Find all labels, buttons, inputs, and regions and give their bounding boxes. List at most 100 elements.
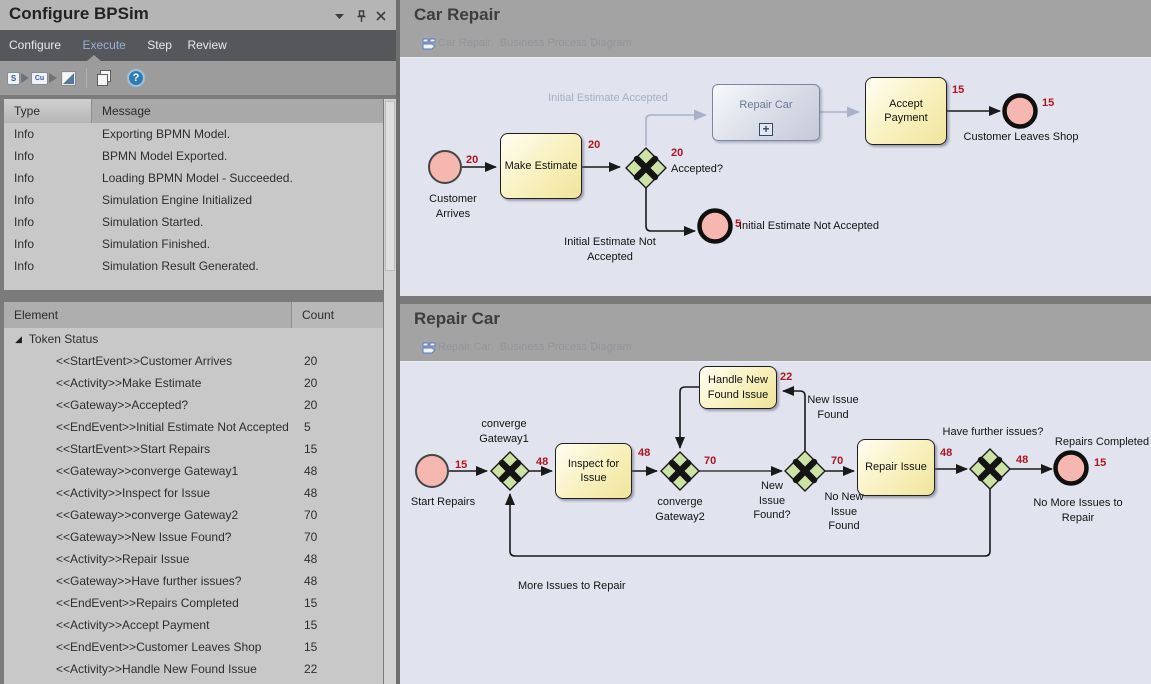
flow-label-initial-estimate-accepted: Initial Estimate Accepted [528,91,688,106]
token-count: 70 [704,455,716,467]
label-customer-leaves-shop: Customer Leaves Shop [951,130,1091,145]
flow-label-more-issues-to-repair: More Issues to Repair [518,579,626,594]
pin-icon[interactable] [354,9,368,23]
label-customer-arrives: Customer Arrives [413,192,493,221]
table-row[interactable]: <<Activity>>Accept Payment15 [4,614,383,636]
token-count: 15 [952,84,964,96]
task-accept-payment[interactable]: Accept Payment [865,77,947,145]
table-row[interactable]: <<EndEvent>>Customer Leaves Shop15 [4,636,383,658]
start-event-customer-arrives[interactable] [429,151,461,183]
flow-label-initial-estimate-not-accepted: Initial Estimate Not Accepted [550,235,670,264]
end-event-initial-estimate-not-accepted[interactable] [700,211,731,242]
token-count: 48 [940,447,952,459]
results-table-header: Element Count [4,302,383,328]
log-row[interactable]: InfoSimulation Started. [4,211,383,233]
table-row[interactable]: <<Gateway>>Have further issues?48 [4,570,383,592]
task-handle-new-found-issue[interactable]: Handle New Found Issue [699,366,777,409]
run-arrow-icon [21,73,29,83]
run-simulation-button[interactable]: S [7,69,29,87]
pane-splitter[interactable] [400,296,1151,304]
bpsim-panel: Configure BPSim Configure Execute Step R… [0,0,396,684]
toolbar-separator [86,68,87,88]
token-count: 15 [1042,97,1054,109]
simulation-log-table: Type Message InfoExporting BPMN Model. I… [4,99,383,290]
subprocess-repair-car[interactable]: Repair Car + [712,84,820,141]
flow-label-no-more-issues: No More Issues to Repair [1008,496,1148,525]
log-row[interactable]: InfoSimulation Engine Initialized [4,189,383,211]
table-row[interactable]: <<EndEvent>>Initial Estimate Not Accepte… [4,416,383,438]
token-count: 48 [536,456,548,468]
log-col-message[interactable]: Message [92,99,383,123]
scrollbar-thumb[interactable] [385,101,395,271]
token-status-group-row[interactable]: ◢ Token Status [4,328,383,350]
diagram-icon [422,341,436,359]
table-row[interactable]: <<Gateway>>converge Gateway148 [4,460,383,482]
close-icon[interactable] [374,9,388,23]
gateway-accepted[interactable] [626,148,666,188]
gateway-converge-1[interactable] [491,452,529,490]
log-row[interactable]: InfoSimulation Finished. [4,233,383,255]
diagram-subtitle: Car Repair. Business Process Diagram [438,37,632,49]
label-repairs-completed: Repairs Completed [1032,435,1151,450]
tab-configure[interactable]: Configure [9,30,61,61]
flow-label-no-new-issue-found: No New Issue Found [814,490,874,534]
task-make-estimate[interactable]: Make Estimate [500,133,582,199]
diagram-icon [422,37,436,55]
label-start-repairs: Start Repairs [403,495,483,510]
panel-tabbar: Configure Execute Step Review [0,30,396,61]
table-row[interactable]: <<EndEvent>>Repairs Completed15 [4,592,383,614]
log-row[interactable]: InfoLoading BPMN Model - Succeeded. [4,167,383,189]
results-col-count[interactable]: Count [292,302,383,328]
panel-scrollbar[interactable] [384,99,396,684]
panel-title: Configure BPSim [9,4,149,24]
token-count: 5 [735,218,741,230]
appearance-icon [62,72,75,85]
custom-arrow-icon [49,73,57,83]
group-label: Token Status [29,328,98,350]
diagram-subtitle: Repair Car. Business Process Diagram [438,341,632,353]
car-repair-diagram: Make Estimate Repair Car + Accept Paymen… [400,57,1151,296]
end-event-repairs-completed[interactable] [1056,453,1087,484]
table-row[interactable]: <<StartEvent>>Customer Arrives20 [4,350,383,372]
log-col-type[interactable]: Type [4,99,92,123]
table-row[interactable]: <<Gateway>>Accepted?20 [4,394,383,416]
gateway-have-further-issues[interactable] [970,449,1010,489]
table-row[interactable]: <<Activity>>Repair Issue48 [4,548,383,570]
tab-step[interactable]: Step [147,30,172,61]
tab-review[interactable]: Review [187,30,226,61]
copy-results-button[interactable] [97,69,112,87]
run-custom-simulation-button[interactable]: Cu [31,69,57,87]
task-repair-issue[interactable]: Repair Issue [857,439,935,496]
log-row[interactable]: InfoSimulation Result Generated. [4,255,383,277]
table-row[interactable]: <<Activity>>Make Estimate20 [4,372,383,394]
table-row[interactable]: <<Gateway>>New Issue Found?70 [4,526,383,548]
copy-icon [97,70,112,86]
dropdown-icon[interactable] [332,9,346,23]
task-inspect-for-issue[interactable]: Inspect for Issue [555,443,632,499]
expand-icon[interactable]: + [759,123,773,136]
page-title: Repair Car [414,309,500,329]
appearance-button[interactable] [62,69,75,87]
start-event-start-repairs[interactable] [416,455,448,487]
label-accepted: Accepted? [671,162,723,177]
table-row[interactable]: <<StartEvent>>Start Repairs15 [4,438,383,460]
log-row[interactable]: InfoExporting BPMN Model. [4,123,383,145]
token-count: 15 [1094,457,1106,469]
label-converge-gateway1: converge Gateway1 [465,417,543,446]
results-col-element[interactable]: Element [4,302,292,328]
expander-icon[interactable]: ◢ [15,328,22,350]
table-row[interactable]: <<Activity>>Handle New Found Issue22 [4,658,383,680]
log-row[interactable]: InfoBPMN Model Exported. [4,145,383,167]
end-event-customer-leaves-shop[interactable] [1005,96,1036,127]
flow-label-new-issue-found: New Issue Found [798,393,868,422]
gateway-converge-2[interactable] [661,452,699,490]
table-row[interactable]: <<Activity>>Inspect for Issue48 [4,482,383,504]
token-count: 20 [671,147,683,159]
token-count: 48 [1016,454,1028,466]
configure-bpsim-window: Configure BPSim Configure Execute Step R… [0,0,1151,684]
repair-car-pane-header: Repair Car Repair Car. Business Process … [400,304,1151,361]
table-row[interactable]: <<Gateway>>converge Gateway270 [4,504,383,526]
page-title: Car Repair [414,5,500,25]
help-button[interactable]: ? [127,69,145,87]
token-count: 15 [455,459,467,471]
